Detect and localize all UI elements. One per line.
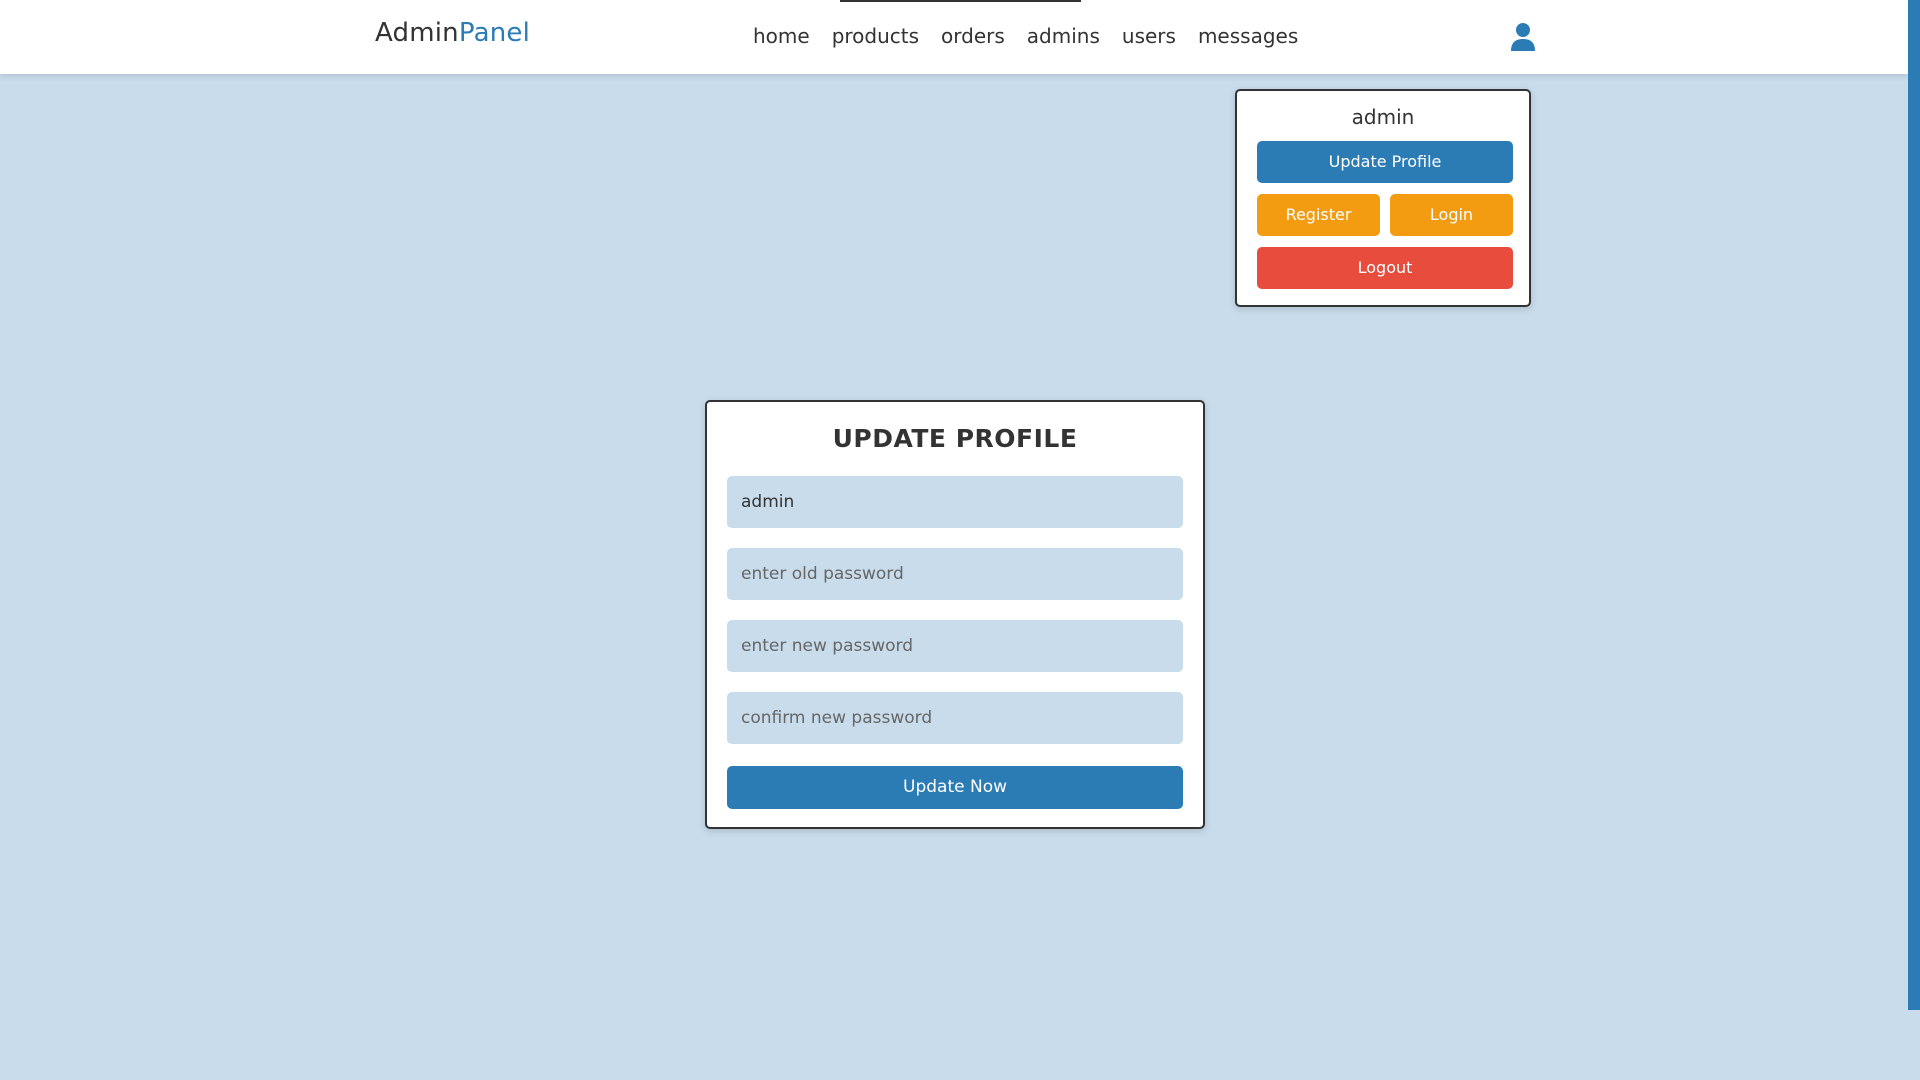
form-title: UPDATE PROFILE (832, 424, 1078, 453)
nav-link-messages[interactable]: messages (1198, 24, 1298, 48)
nav-link-users[interactable]: users (1122, 24, 1176, 48)
logo-accent-text: Panel (458, 18, 531, 48)
login-button[interactable]: Login (1390, 194, 1513, 236)
profile-username: admin (1351, 105, 1415, 129)
top-header: AdminPanel home products orders admins u… (0, 0, 1908, 74)
update-profile-button[interactable]: Update Profile (1257, 141, 1513, 183)
update-profile-form: UPDATE PROFILE Update Now (705, 400, 1205, 829)
nav-active-indicator (840, 0, 1081, 2)
username-input[interactable] (727, 476, 1183, 528)
profile-dropdown: admin Update Profile Register Login Logo… (1235, 89, 1531, 307)
old-password-input[interactable] (727, 548, 1183, 600)
user-icon[interactable] (1510, 22, 1536, 52)
nav-link-orders[interactable]: orders (941, 24, 1005, 48)
logo[interactable]: AdminPanel (375, 18, 530, 48)
nav-link-home[interactable]: home (753, 24, 810, 48)
nav-link-admins[interactable]: admins (1027, 24, 1100, 48)
logo-main-text: Admin (375, 18, 459, 48)
confirm-password-input[interactable] (727, 692, 1183, 744)
new-password-input[interactable] (727, 620, 1183, 672)
main-nav: home products orders admins users messag… (753, 24, 1298, 48)
update-now-button[interactable]: Update Now (727, 766, 1183, 809)
logout-button[interactable]: Logout (1257, 247, 1513, 289)
nav-link-products[interactable]: products (832, 24, 919, 48)
scrollbar[interactable] (1908, 0, 1920, 1010)
register-button[interactable]: Register (1257, 194, 1380, 236)
